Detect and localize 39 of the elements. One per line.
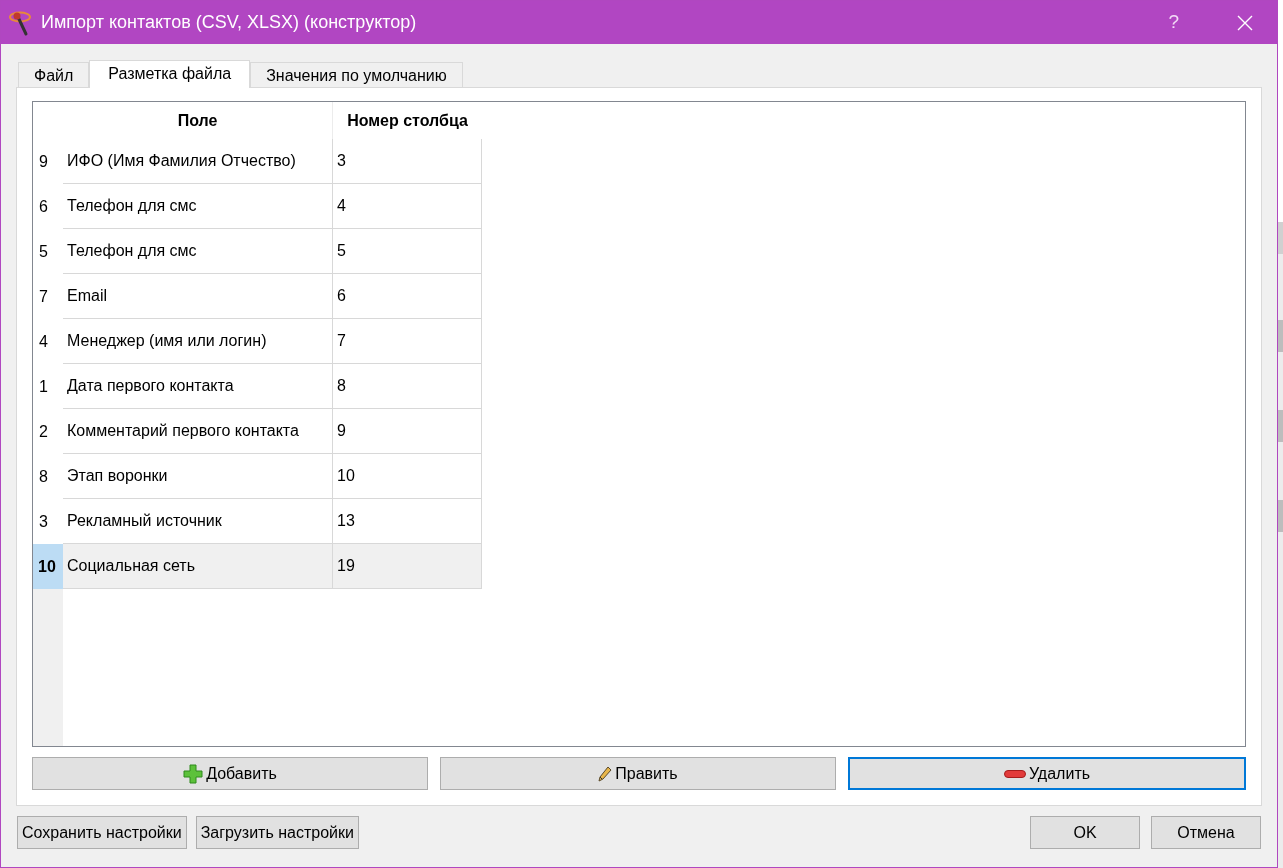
table-cell: Email <box>63 274 333 319</box>
table-cell: Телефон для смс <box>63 184 333 229</box>
table-cell: 3 <box>333 139 482 184</box>
table-cell: Комментарий первого контакта <box>63 409 333 454</box>
plus-icon <box>183 763 204 784</box>
minus-icon <box>1003 769 1026 778</box>
table-cell: 5 <box>333 229 482 274</box>
pencil-icon <box>598 765 613 782</box>
table-cell: Менеджер (имя или логин) <box>63 319 333 364</box>
footer-button[interactable]: Загрузить настройки <box>195 816 359 849</box>
table-cell: 8 <box>333 364 482 409</box>
table-cell: Дата первого контакта <box>63 364 333 409</box>
footer-button[interactable]: Отмена <box>1151 816 1261 849</box>
table-cell: Социальная сеть <box>63 544 333 589</box>
table-cell: 7 <box>333 319 482 364</box>
tab[interactable]: Разметка файла <box>89 60 251 88</box>
tab[interactable]: Значения по умолчанию <box>250 62 463 87</box>
table-cell: 6 <box>333 274 482 319</box>
close-icon[interactable] <box>1237 14 1253 31</box>
help-button[interactable]: ? <box>1166 8 1181 37</box>
footer-button[interactable]: OK <box>1030 816 1140 849</box>
column-header: Номер столбца <box>346 110 469 131</box>
table-cell: ИФО (Имя Фамилия Отчество) <box>63 139 333 184</box>
table-cell: 9 <box>333 409 482 454</box>
table-cell: 19 <box>333 544 482 589</box>
action-button[interactable]: Удалить <box>848 757 1246 790</box>
action-button[interactable]: Добавить <box>32 757 428 790</box>
table-cell: Телефон для смс <box>63 229 333 274</box>
row-header[interactable]: 10 <box>33 544 63 589</box>
wand-icon <box>8 9 32 36</box>
table-cell: 13 <box>333 499 482 544</box>
table-cell: 4 <box>333 184 482 229</box>
window-title: Импорт контактов (CSV, XLSX) (конструктор) <box>41 11 417 34</box>
table-cell: Рекламный источник <box>63 499 333 544</box>
footer-button[interactable]: Сохранить настройки <box>17 816 187 849</box>
tab[interactable]: Файл <box>18 62 90 87</box>
table-cell: Этап воронки <box>63 454 333 499</box>
table-cell: 10 <box>333 454 482 499</box>
action-button[interactable]: Править <box>440 757 836 790</box>
